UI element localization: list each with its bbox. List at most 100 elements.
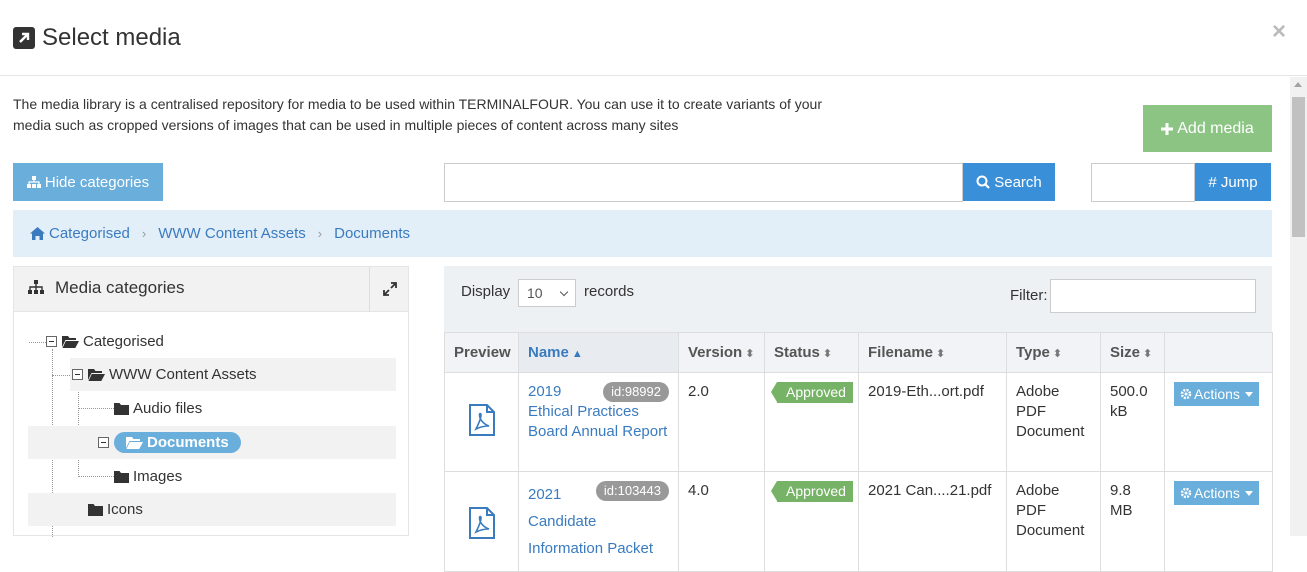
name-cell[interactable]: id:103443 2021 Candidate Information Pack… [518,471,679,572]
column-actions [1164,332,1273,373]
folder-open-icon [62,336,79,348]
home-icon [30,227,45,240]
tree-line [78,408,114,409]
gear-icon [1180,487,1192,499]
folder-icon [114,470,129,483]
status-badge: Approved [771,481,853,502]
modal-header: Select media × [0,0,1307,76]
tree-item-www-content-assets[interactable]: WWW Content Assets [70,358,396,391]
sitemap-icon [26,176,41,188]
selected-category[interactable]: Documents [114,432,241,453]
media-table: Preview Name ▲ Version ⬍ Status ⬍ Filename ⬍… [444,332,1273,572]
intro-text: The media library is a centralised repos… [13,96,822,133]
preview-cell [444,471,519,572]
tree-item-label: Audio files [133,400,203,417]
display-count-select[interactable]: 10 [518,279,576,307]
sort-icon: ⬍ [1143,348,1153,360]
breadcrumb: Categorised › WWW Content Assets › Docum… [13,210,1272,257]
breadcrumb-www-content-assets[interactable]: WWW Content Assets [158,225,306,242]
sort-icon: ⬍ [745,348,755,360]
version-cell: 4.0 [678,471,765,572]
sort-asc-icon: ▲ [571,348,583,360]
tree-item-documents[interactable]: Documents [28,426,396,459]
sort-icon: ⬍ [936,348,946,360]
collapse-icon[interactable] [72,369,83,380]
expand-button[interactable] [369,267,408,312]
display-label: Display [461,283,511,300]
scroll-up-icon[interactable] [1294,82,1302,87]
folder-open-icon [88,369,105,381]
column-label: Name [528,344,569,361]
breadcrumb-categorised[interactable]: Categorised [49,225,130,242]
hide-categories-button[interactable]: Hide categories [13,163,163,201]
column-filename[interactable]: Filename ⬍ [858,332,1007,373]
filename-cell: 2019-Eth...ort.pdf [858,372,1007,472]
tree-item-images[interactable]: Images [114,460,182,493]
chevron-down-icon [559,287,569,297]
pdf-file-icon[interactable] [468,507,496,539]
add-media-button[interactable]: Add media [1143,105,1272,152]
table-row: id:103443 2021 Candidate Information Pack… [444,471,1273,572]
actions-button[interactable]: Actions [1174,382,1259,406]
tree-item-label: Documents [147,434,229,451]
column-type[interactable]: Type ⬍ [1006,332,1101,373]
column-name[interactable]: Name ▲ [518,332,679,373]
actions-label: Actions [1194,386,1240,402]
tree-item-label: WWW Content Assets [109,366,257,383]
preview-cell [444,372,519,472]
type-cell: Adobe PDF Document [1006,372,1101,472]
status-cell: Approved [764,372,859,472]
collapse-icon[interactable] [46,336,57,347]
scrollbar[interactable] [1290,77,1307,536]
actions-cell: Actions [1164,471,1273,572]
status-cell: Approved [764,471,859,572]
gear-icon [1180,388,1192,400]
external-link-icon [13,27,35,49]
scrollbar-thumb[interactable] [1292,97,1305,237]
type-cell: Adobe PDF Document [1006,471,1101,572]
tree-item-label: Images [133,468,183,485]
panel-header: Media categories [14,267,408,312]
actions-button[interactable]: Actions [1174,481,1259,505]
column-version[interactable]: Version ⬍ [678,332,765,373]
collapse-icon[interactable] [98,437,109,448]
name-cell[interactable]: id:98992 2019 Ethical Practices Board Ann… [518,372,679,472]
search-label: Search [994,173,1042,191]
column-label: Status [774,344,820,361]
jump-button[interactable]: # Jump [1195,163,1271,201]
tree-line [52,375,70,376]
actions-label: Actions [1194,485,1240,501]
folder-open-icon [126,437,143,449]
jump-input[interactable] [1091,163,1195,202]
chevron-right-icon: › [317,226,323,241]
pdf-file-icon[interactable] [468,404,496,436]
tree-item-icons[interactable]: Icons [28,493,396,526]
close-icon[interactable]: × [1272,18,1286,46]
search-input[interactable] [444,163,963,202]
column-label: Filename [868,344,934,361]
column-label: Size [1110,344,1141,361]
column-preview: Preview [444,332,519,373]
tree-item-audio-files[interactable]: Audio files [114,392,202,425]
breadcrumb-documents[interactable]: Documents [334,225,410,242]
panel-title: Media categories [55,278,185,297]
search-button[interactable]: Search [963,163,1055,201]
id-badge: id:103443 [595,481,669,501]
column-label: Version [688,344,743,361]
version-cell: 2.0 [678,372,765,472]
column-size[interactable]: Size ⬍ [1100,332,1165,373]
column-status[interactable]: Status ⬍ [764,332,859,373]
caret-down-icon [1244,391,1253,397]
tree-line [78,476,114,477]
expand-icon [383,282,397,296]
plus-icon [1161,122,1174,135]
dialog-title: Select media [42,24,181,51]
display-count-value: 10 [527,285,543,301]
actions-cell: Actions [1164,372,1273,472]
folder-icon [88,503,103,516]
tree-item-label: Categorised [83,333,164,350]
add-media-label: Add media [1177,119,1254,137]
tree-item-categorised[interactable]: Categorised [46,325,164,358]
filter-input[interactable] [1050,279,1256,313]
table-row: id:98992 2019 Ethical Practices Board Ann… [444,372,1273,472]
